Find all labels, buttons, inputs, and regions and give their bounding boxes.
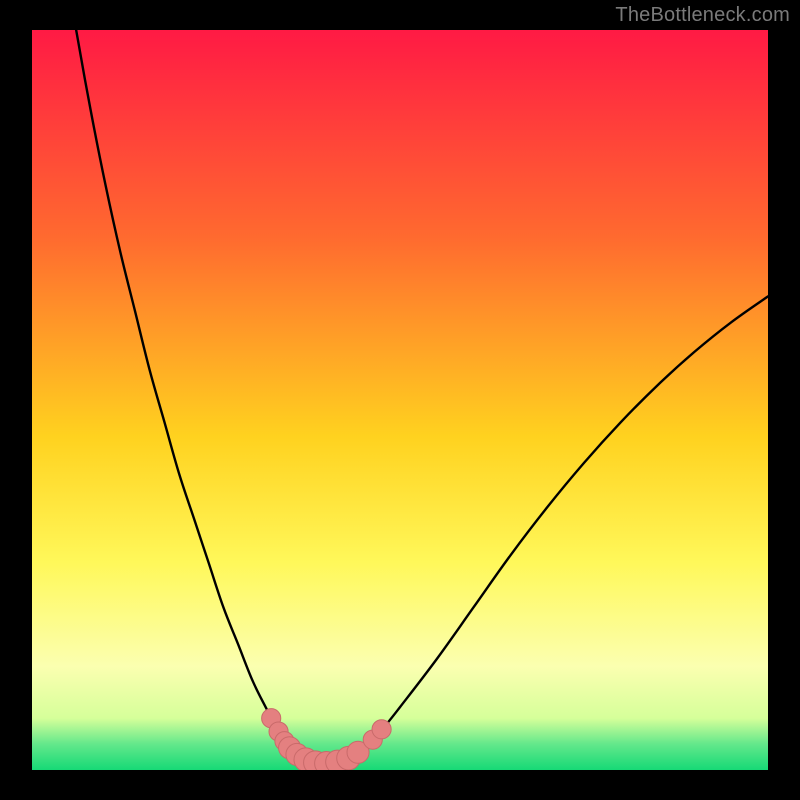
watermark-text: TheBottleneck.com — [615, 4, 790, 27]
bottleneck-chart — [0, 0, 800, 800]
data-marker — [372, 720, 391, 739]
chart-frame: TheBottleneck.com — [0, 0, 800, 800]
plot-background — [32, 30, 768, 770]
